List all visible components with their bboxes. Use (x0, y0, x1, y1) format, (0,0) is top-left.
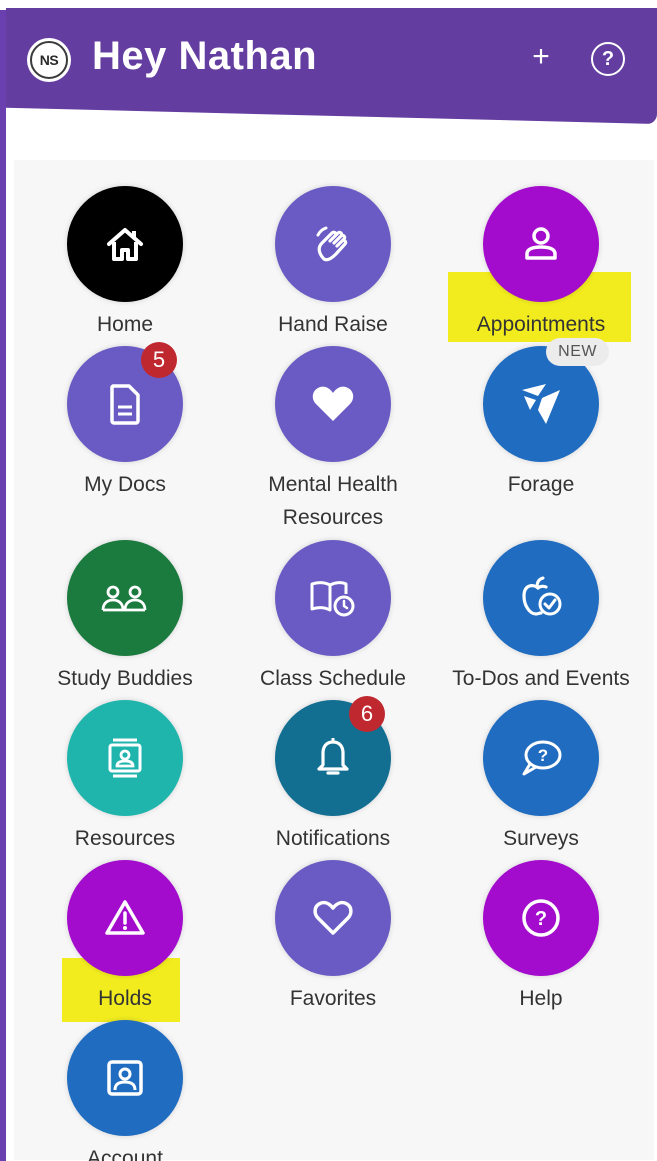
tile-label: Favorites (289, 987, 377, 1010)
tile-label: Resources (74, 827, 176, 850)
tile-label: Forage (507, 473, 575, 496)
avatar[interactable]: NS (27, 38, 71, 82)
tile-help[interactable]: ? Help (441, 860, 641, 1015)
tile-surveys[interactable]: ? Surveys (441, 700, 641, 855)
tile-holds[interactable]: Holds (25, 860, 225, 1015)
question-circle-icon: ? (522, 899, 560, 937)
forage-circle: NEW (483, 338, 609, 462)
contact-card-icon (108, 738, 142, 778)
new-badge: NEW (546, 338, 609, 366)
notifications-circle: 6 (275, 696, 391, 816)
notifications-count-badge: 6 (349, 696, 385, 732)
tile-study-buddies[interactable]: Study Buddies (25, 540, 225, 695)
tile-appointments[interactable]: Appointments (441, 186, 641, 341)
person-icon (525, 227, 557, 260)
tile-notifications[interactable]: 6 Notifications (233, 696, 433, 855)
tile-label: My Docs (84, 473, 166, 496)
help-circle: ? (483, 860, 599, 976)
tile-label-line1: Mental Health (268, 473, 398, 496)
resources-circle (67, 700, 183, 816)
forage-icon (522, 384, 560, 424)
tile-home[interactable]: Home (25, 186, 225, 341)
header-bar: NS Hey Nathan + ? (6, 8, 657, 124)
home-circle (67, 186, 183, 302)
account-circle (67, 1020, 183, 1136)
tile-label: Account (87, 1147, 163, 1161)
avatar-initials: NS (30, 41, 68, 79)
tile-label: Holds (98, 987, 152, 1010)
tile-label: Notifications (275, 827, 391, 850)
tile-label: Surveys (503, 827, 579, 850)
greeting-title: Hey Nathan (92, 34, 318, 78)
people-icon (101, 585, 147, 612)
help-button[interactable]: ? (591, 42, 625, 76)
my-docs-circle: 5 (67, 342, 183, 462)
class-schedule-circle (275, 540, 391, 656)
todos-circle (483, 540, 599, 656)
docs-count-badge: 5 (141, 342, 177, 378)
warning-icon (105, 900, 145, 935)
hand-raise-circle (275, 186, 391, 302)
left-edge (0, 10, 6, 1161)
document-icon (110, 384, 140, 425)
tile-label-line2: Resources (282, 506, 384, 529)
surveys-circle: ? (483, 700, 599, 816)
tile-forage[interactable]: NEW Forage (441, 338, 641, 501)
tile-class-schedule[interactable]: Class Schedule (233, 540, 433, 695)
book-clock-icon (310, 581, 355, 617)
speech-question-icon: ? (522, 740, 562, 776)
tile-label: Hand Raise (278, 313, 388, 336)
study-buddies-circle (67, 540, 183, 656)
tile-mental-health[interactable]: Mental Health Resources (233, 346, 433, 534)
tile-label: Help (519, 987, 563, 1010)
account-icon (107, 1060, 143, 1096)
tile-hand-raise[interactable]: Hand Raise (233, 186, 433, 341)
favorites-circle (275, 860, 391, 976)
tile-label: Appointments (476, 313, 606, 336)
mental-health-circle (275, 346, 391, 462)
home-icon (107, 228, 143, 261)
hand-raise-icon (316, 226, 348, 262)
bell-icon (317, 738, 349, 775)
tile-label: Home (96, 313, 154, 336)
heart-icon (312, 386, 354, 421)
heart-outline-icon (313, 900, 353, 935)
apple-check-icon (522, 576, 562, 616)
svg-text:?: ? (538, 746, 548, 765)
tile-resources[interactable]: Resources (25, 700, 225, 855)
tile-todos-events[interactable]: To-Dos and Events (441, 540, 641, 695)
tile-my-docs[interactable]: 5 My Docs (25, 342, 225, 501)
app-frame: NS Hey Nathan + ? Home Hand Raise Appoin… (0, 0, 657, 1161)
appointments-circle (483, 186, 599, 302)
svg-text:?: ? (535, 908, 547, 930)
question-icon: ? (601, 47, 615, 70)
tile-account[interactable]: Account (25, 1020, 225, 1161)
tile-label: Study Buddies (57, 667, 193, 690)
tile-label: Class Schedule (260, 667, 406, 690)
plus-icon[interactable]: + (526, 42, 556, 72)
tile-favorites[interactable]: Favorites (233, 860, 433, 1015)
tile-label: To-Dos and Events (452, 667, 630, 690)
holds-circle (67, 860, 183, 976)
